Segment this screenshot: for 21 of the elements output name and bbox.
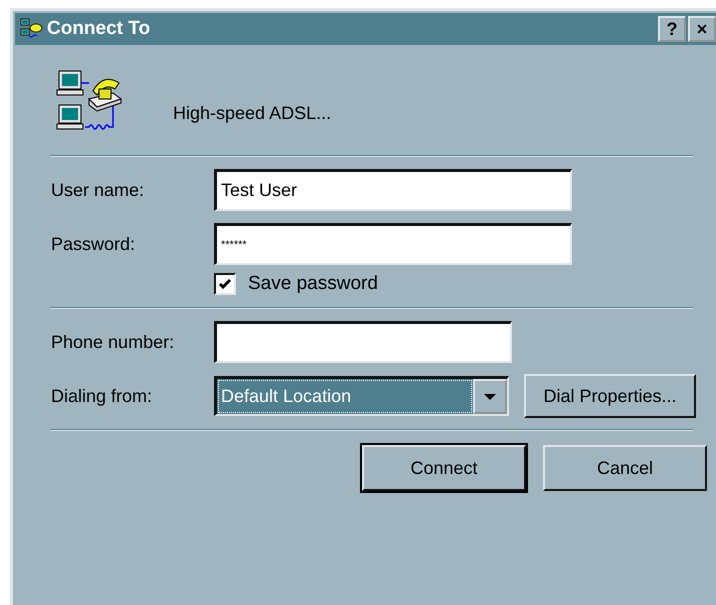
username-field[interactable]: Test User [214, 169, 572, 211]
window-title: Connect To [47, 18, 150, 40]
location-dropdown[interactable]: Default Location [214, 376, 509, 416]
password-field[interactable]: ****** [214, 223, 572, 265]
connection-name: High-speed ADSL... [173, 102, 332, 124]
help-button[interactable]: ? [658, 16, 686, 42]
check-icon [217, 276, 233, 292]
field-label: Dialing from: [50, 386, 154, 406]
cancel-button[interactable]: Cancel [543, 445, 707, 491]
dropdown-arrow-button[interactable] [473, 379, 507, 414]
phone-number-field[interactable] [214, 321, 512, 363]
dial-properties-button[interactable]: Dial Properties... [524, 374, 696, 418]
computers-phone-icon [19, 18, 43, 40]
field-label: User name: [50, 180, 146, 200]
connect-button[interactable]: Connect [362, 445, 526, 491]
triangle-down-icon [483, 392, 497, 400]
checkbox[interactable] [214, 273, 236, 295]
close-button[interactable]: × [688, 16, 716, 42]
field-label: Password: [50, 234, 136, 254]
checkbox-label: Save password [248, 273, 378, 295]
field-label: Phone number: [50, 332, 176, 352]
